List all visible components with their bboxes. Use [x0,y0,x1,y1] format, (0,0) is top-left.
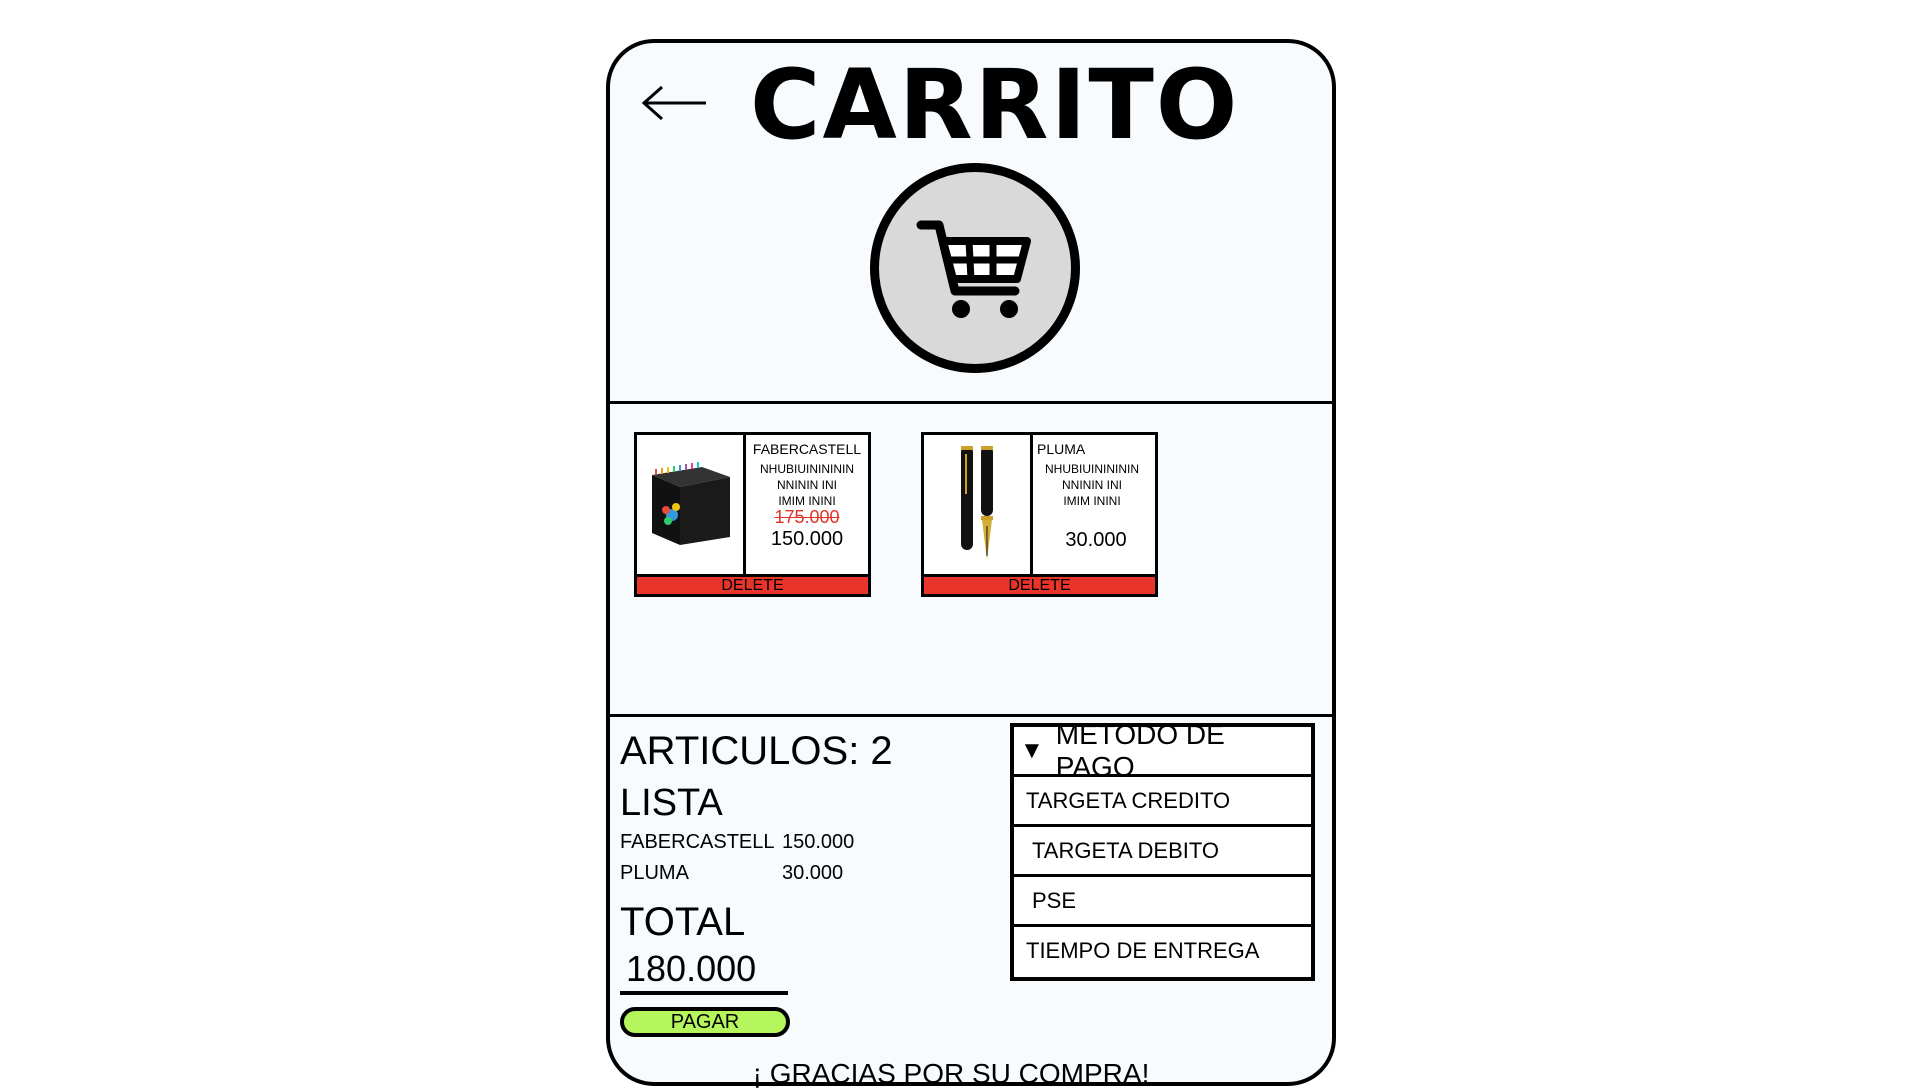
total-value: 180.000 [620,947,788,995]
product-name: PLUMA [1037,441,1086,457]
page-title: CARRITO [750,49,1240,161]
product-desc-line: NNININ INI [1062,478,1122,492]
triangle-down-icon: ▼ [1020,736,1044,764]
product-description: NHUBIUININININ NNININ INI IMIM ININI [1029,461,1155,509]
payment-option-delivery-time[interactable]: TIEMPO DE ENTREGA [1014,927,1311,977]
section-divider [610,401,1332,404]
payment-option-debit[interactable]: TARGETA DEBITO [1014,827,1311,877]
cart-badge [870,163,1080,373]
list-item: FABERCASTELL 150.000 [620,827,920,858]
payment-method-dropdown: ▼ METODO DE PAGO TARGETA CREDITO TARGETA… [1010,719,1315,981]
product-desc-line: NNININ INI [777,478,837,492]
list-item-price: 150.000 [782,831,855,853]
product-card: PLUMA NHUBIUININININ NNININ INI IMIM INI… [921,432,1158,597]
product-desc-line: NHUBIUININININ [759,462,854,476]
product-card: FABERCASTELL NHUBIUININININ NNININ INI I… [634,432,871,597]
payment-option-pse[interactable]: PSE [1014,877,1311,927]
product-old-price: 175.000 [774,507,840,527]
back-button[interactable] [640,83,710,123]
product-image [924,435,1033,574]
items-count: ARTICULOS: 2 [620,729,893,773]
payment-option-credit[interactable]: TARGETA CREDITO [1014,777,1311,827]
list-item: PLUMA 30.000 [620,858,920,889]
list-item-price: 30.000 [782,862,844,884]
product-desc-line: IMIM ININI [1063,494,1121,508]
delete-button[interactable]: DELETE [924,574,1155,594]
product-price: 30.000 [1065,529,1127,551]
arrow-left-icon [641,85,706,121]
pay-button[interactable]: PAGAR [620,1007,790,1037]
product-image [637,435,746,574]
product-desc-line: NHUBIUININININ [1044,462,1139,476]
product-info: FABERCASTELL NHUBIUININININ NNININ INI I… [746,435,868,574]
delete-button[interactable]: DELETE [637,574,868,594]
total-label: TOTAL [620,900,746,944]
payment-method-toggle[interactable]: ▼ METODO DE PAGO [1014,719,1311,782]
product-info: PLUMA NHUBIUININININ NNININ INI IMIM INI… [1033,435,1155,574]
product-price: 150.000 [770,528,844,550]
fountain-pen-icon [929,439,1025,570]
product-name: FABERCASTELL [752,441,862,457]
cart-screen: CARRITO FABERCASTELL NHUBIUININININ NNIN… [606,39,1336,1089]
thank-you-message: ¡ GRACIAS POR SU COMPRA! [752,1058,1150,1089]
section-divider [610,714,1332,717]
shopping-cart-icon [916,220,1031,318]
list-heading: LISTA [620,782,723,824]
payment-method-label: METODO DE PAGO [1055,718,1225,782]
product-description: NHUBIUININININ NNININ INI IMIM ININI [746,461,868,509]
order-summary: ARTICULOS: 2 LISTA FABERCASTELL 150.000 … [620,727,920,1037]
list-item-name: PLUMA [620,862,689,884]
pencil-box-icon [642,454,738,555]
list-item-name: FABERCASTELL [620,831,775,853]
